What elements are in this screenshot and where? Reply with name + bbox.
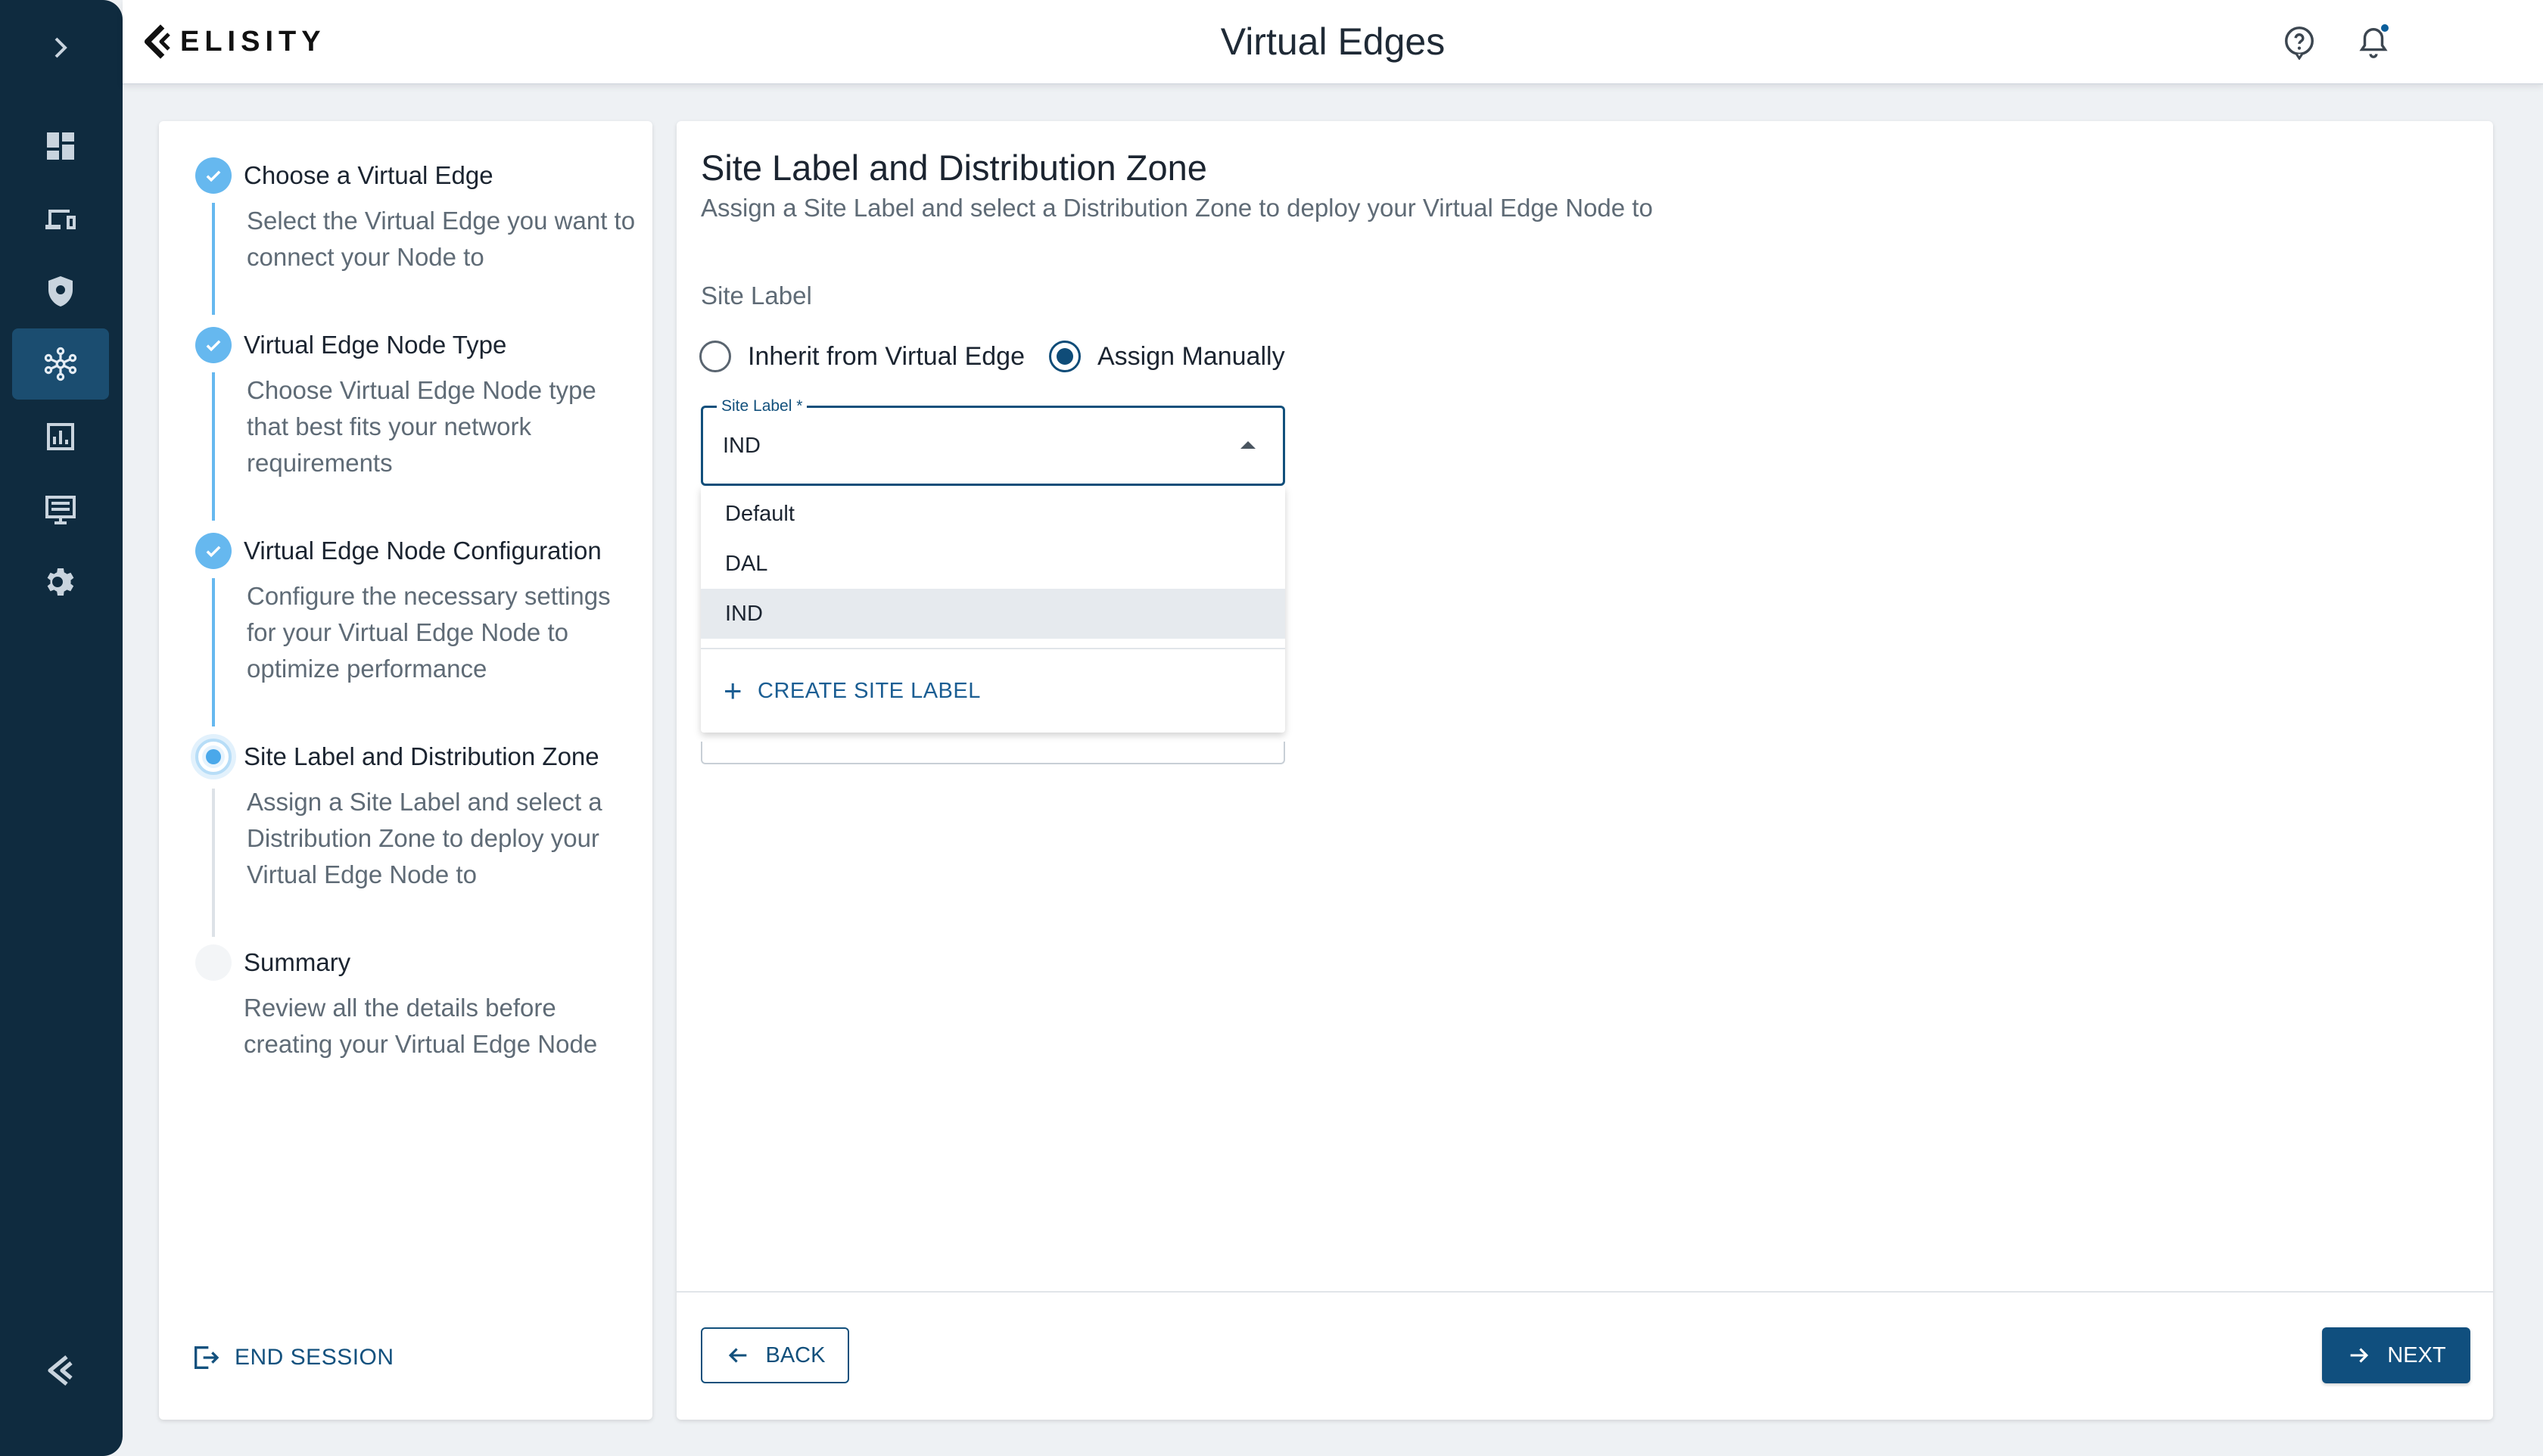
step-description: Select the Virtual Edge you want to conn… [247, 207, 636, 271]
chevron-right-icon [54, 37, 67, 58]
dropdown-option-default[interactable]: Default [701, 489, 1285, 539]
top-app-bar: ELISITY Virtual Edges [123, 0, 2543, 85]
analytics-icon [47, 423, 74, 450]
settings-icon [47, 568, 74, 596]
step-description: Review all the details before creating y… [244, 994, 598, 1058]
notifications-button[interactable] [2354, 23, 2393, 62]
step-current-indicator [195, 739, 232, 775]
site-label-heading: Site Label [701, 282, 812, 310]
step-complete-indicator [195, 327, 232, 363]
check-icon [206, 546, 221, 558]
dashboard-icon [47, 132, 74, 160]
sidebar-brand-logo [12, 1335, 109, 1406]
radio-label-inherit[interactable]: Inherit from Virtual Edge [748, 342, 1025, 372]
wizard-stepper: Choose a Virtual Edge Select the Virtual… [159, 121, 652, 1420]
distribution-zone-field[interactable] [701, 742, 1285, 764]
next-button[interactable]: NEXT [2322, 1327, 2470, 1383]
check-icon [206, 170, 221, 182]
site-label-select-value: IND [723, 434, 761, 458]
site-label-dropdown-menu: Default DAL IND + CREATE SITE LABEL [701, 486, 1285, 733]
radio-inherit-from-virtual-edge[interactable] [699, 341, 731, 372]
step-description: Assign a Site Label and select a Distrib… [247, 788, 602, 888]
sidebar-item-analytics[interactable] [12, 401, 109, 472]
step-connector [212, 578, 215, 726]
help-icon [2285, 26, 2314, 60]
step-title: Virtual Edge Node Type [244, 331, 507, 359]
expand-sidebar-button[interactable] [12, 12, 109, 83]
elisity-logo-icon [48, 1355, 73, 1386]
step-description: Choose Virtual Edge Node type that best … [247, 376, 596, 477]
site-label-field-legend: Site Label * [717, 397, 808, 415]
network-hub-icon [44, 347, 77, 381]
main-form-panel: Site Label and Distribution Zone Assign … [677, 121, 2493, 1420]
step-complete-indicator [195, 533, 232, 569]
dropdown-option-dal[interactable]: DAL [701, 539, 1285, 589]
back-button-label: BACK [765, 1342, 826, 1367]
sidebar-item-settings[interactable] [12, 546, 109, 618]
step-title: Choose a Virtual Edge [244, 161, 493, 189]
sidebar-nav [0, 0, 123, 1456]
step-connector [212, 203, 215, 315]
plus-icon: + [724, 673, 743, 708]
devices-icon [45, 210, 76, 229]
site-label-mode-radio-group: Inherit from Virtual Edge Assign Manuall… [699, 341, 1309, 372]
footer-divider [677, 1291, 2493, 1293]
arrow-left-icon [728, 1348, 746, 1363]
step-connector [212, 372, 215, 521]
dropdown-divider [701, 648, 1285, 649]
next-button-label: NEXT [2387, 1342, 2446, 1367]
notification-badge [2380, 23, 2390, 33]
radio-assign-manually[interactable] [1049, 341, 1081, 372]
create-site-label-button[interactable]: + CREATE SITE LABEL [724, 675, 981, 707]
sidebar-item-logs[interactable] [12, 474, 109, 545]
end-session-label: END SESSION [235, 1345, 394, 1370]
logout-icon [195, 1346, 219, 1369]
step-title: Virtual Edge Node Configuration [244, 537, 602, 565]
sidebar-item-dashboard[interactable] [12, 110, 109, 182]
caret-up-icon[interactable] [1240, 441, 1256, 449]
step-description: Configure the necessary settings for you… [247, 582, 611, 683]
step-title: Site Label and Distribution Zone [244, 742, 599, 770]
step-pending-indicator [195, 944, 232, 981]
step-connector [212, 789, 215, 937]
dropdown-option-ind[interactable]: IND [701, 589, 1285, 639]
page-title: Virtual Edges [1220, 20, 1446, 63]
site-label-select[interactable]: Site Label * IND [701, 397, 1285, 486]
section-title: Site Label and Distribution Zone [701, 148, 1207, 188]
step-title: Summary [244, 948, 351, 976]
step-complete-indicator [195, 157, 232, 194]
policy-shield-icon [48, 276, 73, 306]
section-subtitle: Assign a Site Label and select a Distrib… [701, 194, 1653, 222]
sidebar-item-network[interactable] [12, 328, 109, 400]
logs-icon [45, 496, 76, 524]
back-button[interactable]: BACK [701, 1327, 849, 1383]
arrow-right-icon [2350, 1348, 2369, 1363]
end-session-button[interactable]: END SESSION [191, 1342, 394, 1373]
check-icon [206, 340, 221, 352]
help-button[interactable] [2280, 23, 2319, 62]
create-site-label-text: CREATE SITE LABEL [758, 678, 981, 703]
sidebar-item-policies[interactable] [12, 256, 109, 327]
radio-label-manual[interactable]: Assign Manually [1097, 342, 1285, 372]
sidebar-item-devices[interactable] [12, 183, 109, 254]
